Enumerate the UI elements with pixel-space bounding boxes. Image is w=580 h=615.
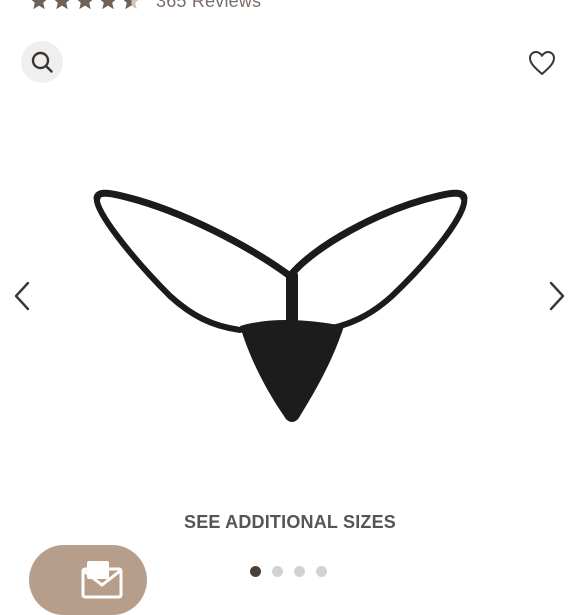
gallery-prev-button[interactable]: [10, 280, 34, 312]
mail-icon: [81, 561, 123, 599]
star-rating: [28, 0, 142, 12]
search-button[interactable]: [21, 41, 63, 83]
pagination-dot[interactable]: [316, 566, 327, 577]
rating-row[interactable]: 365 Reviews: [28, 0, 261, 13]
review-count-link[interactable]: 365 Reviews: [156, 0, 261, 12]
chevron-right-icon: [549, 281, 565, 311]
wishlist-button[interactable]: [526, 47, 558, 79]
gallery-next-button[interactable]: [545, 280, 569, 312]
search-icon: [31, 51, 53, 73]
star-full-icon: [77, 0, 93, 10]
star-full-icon: [31, 0, 47, 10]
star-half-icon: [123, 0, 139, 10]
pagination-dot[interactable]: [294, 566, 305, 577]
chevron-left-icon: [14, 281, 30, 311]
pagination-dot[interactable]: [272, 566, 283, 577]
mail-button[interactable]: [29, 545, 147, 615]
star-full-icon: [100, 0, 116, 10]
gallery-pagination: [250, 566, 327, 577]
star-full-icon: [54, 0, 70, 10]
see-additional-sizes-link[interactable]: SEE ADDITIONAL SIZES: [0, 512, 580, 533]
pagination-dot-active[interactable]: [250, 566, 261, 577]
heart-outline-icon: [529, 51, 555, 75]
product-image: [93, 189, 468, 422]
